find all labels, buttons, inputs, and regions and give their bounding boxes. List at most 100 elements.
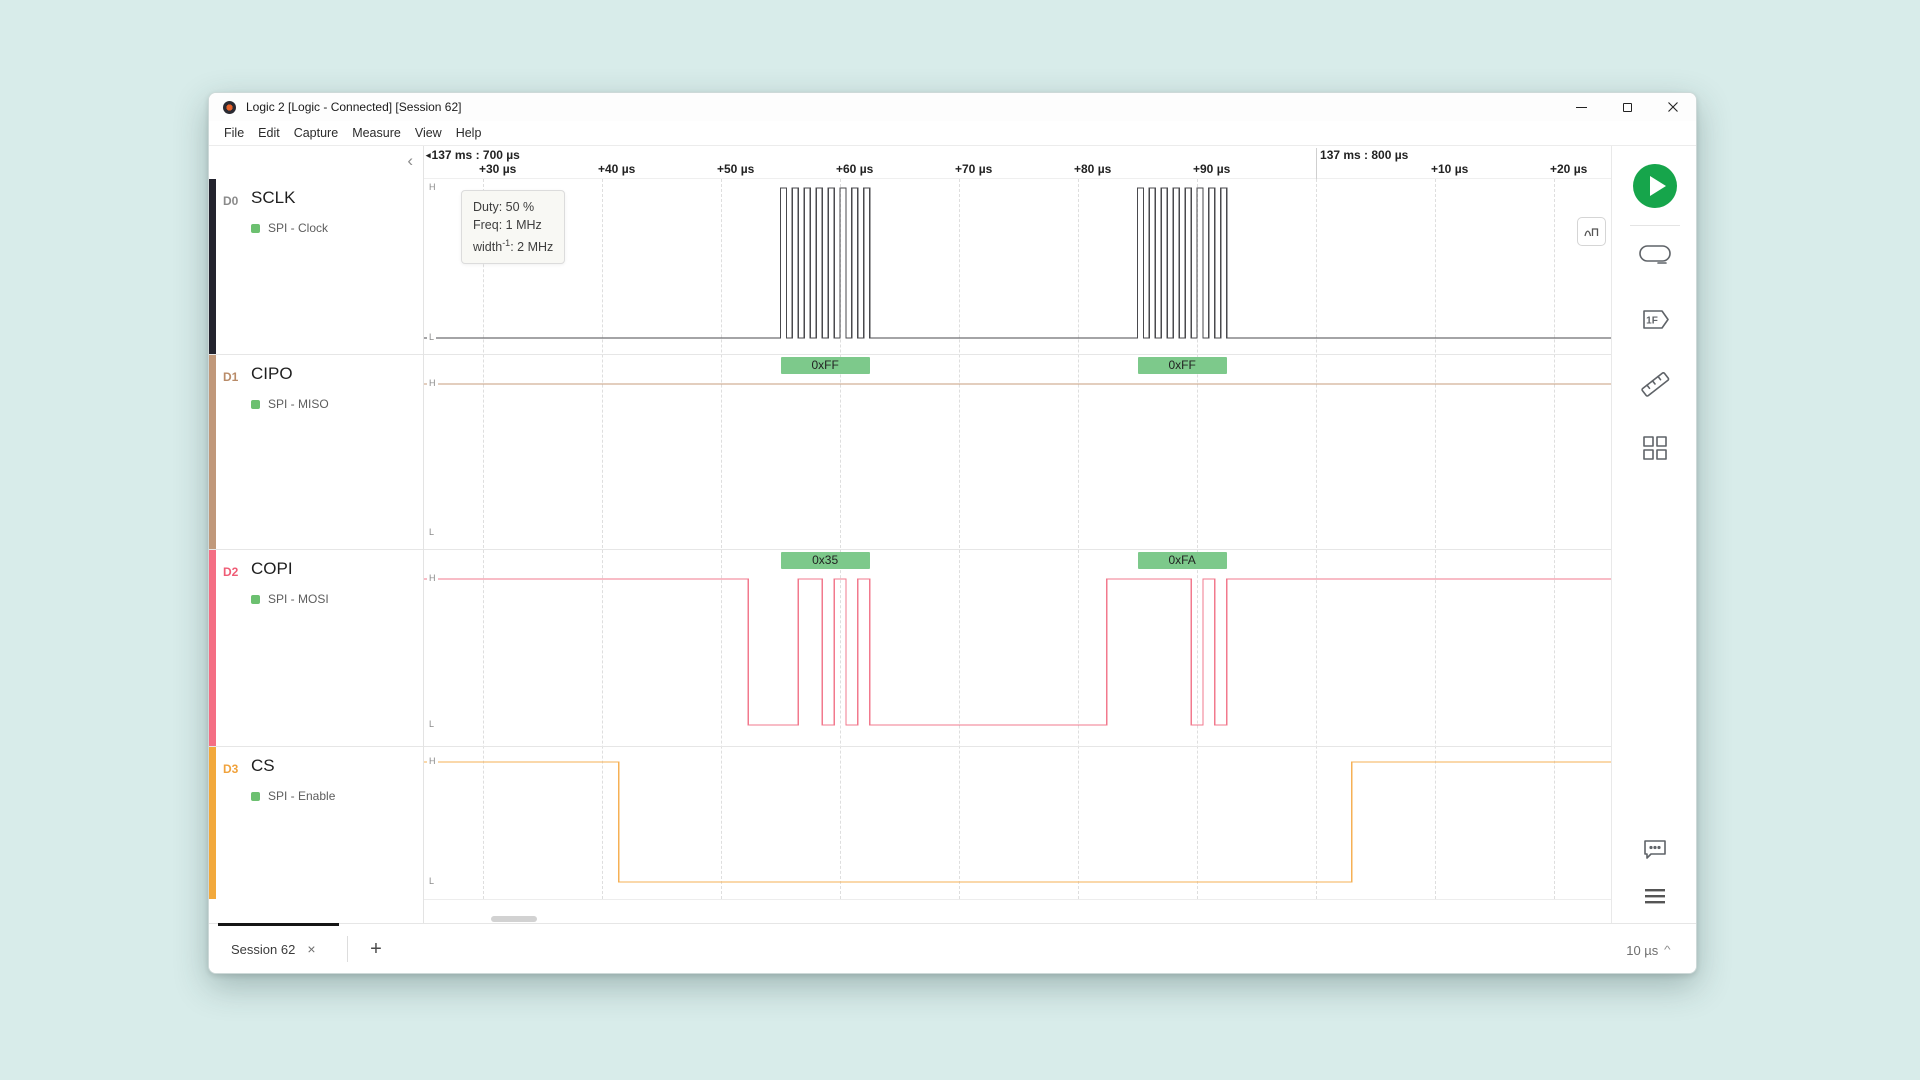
decoded-byte-annotation[interactable]: 0xFF <box>781 357 870 374</box>
menu-file[interactable]: File <box>217 126 251 140</box>
analyzer-name: SPI - MOSI <box>268 592 329 606</box>
level-marker-low: L <box>427 332 436 343</box>
waveform-row-d1[interactable]: HL0xFF0xFF <box>424 354 1611 549</box>
channel-color-strip <box>209 747 216 899</box>
start-capture-button[interactable] <box>1633 164 1677 208</box>
svg-text:1F: 1F <box>1646 316 1658 327</box>
minimize-icon <box>1576 107 1587 108</box>
channel-label-d1[interactable]: D1CIPOSPI - MISO <box>209 354 423 549</box>
channel-name: SCLK <box>251 188 295 208</box>
collapse-panel-chevron[interactable]: ‹ <box>407 151 413 171</box>
decoded-byte-annotation[interactable]: 0x35 <box>781 552 870 569</box>
new-tab-button[interactable]: + <box>359 927 393 971</box>
measurements-button[interactable] <box>1612 368 1697 400</box>
analyzer-row[interactable]: SPI - Clock <box>251 221 328 235</box>
decoded-byte-annotation[interactable]: 0xFA <box>1138 552 1227 569</box>
trace-cipo <box>424 355 1611 550</box>
analyzer-row[interactable]: SPI - Enable <box>251 789 335 803</box>
window-title: Logic 2 [Logic - Connected] [Session 62] <box>246 100 461 114</box>
menu-bar: FileEditCaptureMeasureViewHelp <box>209 121 1696 146</box>
timeline-ruler[interactable]: ◂137 ms : 700 µs 137 ms : 800 µs +30 µs +… <box>424 146 1611 179</box>
analyzer-dot-icon <box>251 792 260 801</box>
close-icon <box>1667 101 1679 113</box>
channel-name: COPI <box>251 559 293 579</box>
sidebar-divider <box>1630 225 1680 226</box>
main-menu-button[interactable] <box>1612 884 1697 908</box>
ruler-tick-label: +90 µs <box>1193 162 1230 176</box>
channel-id: D0 <box>223 194 238 208</box>
ruler-tick-label: +60 µs <box>836 162 873 176</box>
analyzer-row[interactable]: SPI - MISO <box>251 397 329 411</box>
close-button[interactable] <box>1650 93 1696 121</box>
channel-label-d0[interactable]: D0 SCLK SPI - Clock <box>209 179 423 354</box>
menu-capture[interactable]: Capture <box>287 126 345 140</box>
zoom-level-value: 10 µs <box>1626 943 1658 958</box>
device-settings-button[interactable] <box>1612 241 1697 269</box>
protocol-1f-icon: 1F <box>1636 306 1674 334</box>
feedback-button[interactable] <box>1612 836 1697 864</box>
analyzer-dot-icon <box>251 595 260 604</box>
channel-color-strip <box>209 550 216 746</box>
ruler-tick-label: +50 µs <box>717 162 754 176</box>
tab-session[interactable]: Session 62 × <box>218 927 339 971</box>
level-marker-high: H <box>427 756 438 767</box>
clock-measurement-tooltip: Duty: 50 % Freq: 1 MHz width-1: 2 MHz <box>461 190 565 264</box>
level-marker-high: H <box>427 182 438 193</box>
menu-edit[interactable]: Edit <box>251 126 287 140</box>
menu-measure[interactable]: Measure <box>345 126 408 140</box>
extensions-button[interactable] <box>1612 432 1697 462</box>
channel-name: CIPO <box>251 364 293 384</box>
ruler-tick-label: +10 µs <box>1431 162 1468 176</box>
tab-close-icon[interactable]: × <box>307 941 315 957</box>
trace-sclk <box>424 179 1611 354</box>
level-marker-high: H <box>427 378 438 389</box>
title-bar[interactable]: Logic 2 [Logic - Connected] [Session 62] <box>209 93 1696 121</box>
ruler-secondary-timestamp: 137 ms : 800 µs <box>1320 148 1408 162</box>
play-icon <box>1633 164 1677 208</box>
tooltip-width: width-1: 2 MHz <box>473 234 553 256</box>
chat-icon <box>1639 836 1671 864</box>
maximize-icon <box>1623 103 1632 112</box>
decoded-byte-annotation[interactable]: 0xFF <box>1138 357 1227 374</box>
app-logo-icon <box>223 101 236 114</box>
analyzer-dot-icon <box>251 224 260 233</box>
tab-bar: Session 62 × + 10 µs ^ <box>209 923 1697 974</box>
menu-help[interactable]: Help <box>449 126 489 140</box>
minimize-button[interactable] <box>1558 93 1604 121</box>
horizontal-scrollbar[interactable] <box>424 899 1611 923</box>
level-marker-low: L <box>427 719 436 730</box>
ruler-tick-label: +40 µs <box>598 162 635 176</box>
waveform-row-d2[interactable]: HL0x350xFA <box>424 549 1611 746</box>
ruler-tick-label: +80 µs <box>1074 162 1111 176</box>
analyzer-dot-icon <box>251 400 260 409</box>
channel-color-strip <box>209 355 216 549</box>
channel-label-d3[interactable]: D3 CS SPI - Enable <box>209 746 423 899</box>
ruler-icon <box>1636 368 1674 400</box>
channel-color-strip <box>209 179 216 354</box>
pulse-icon <box>1583 225 1601 239</box>
channel-id: D3 <box>223 762 238 776</box>
trace-copi <box>424 550 1611 747</box>
waveform-row-d3[interactable]: HL <box>424 746 1611 899</box>
analyzer-name: SPI - Enable <box>268 789 335 803</box>
edge-jump-button[interactable] <box>1577 217 1606 246</box>
tab-separator <box>347 936 348 962</box>
blocks-icon <box>1639 432 1671 462</box>
waveform-row-d0[interactable]: HL <box>424 179 1611 354</box>
analyzers-button[interactable]: 1F <box>1612 306 1697 334</box>
right-sidebar: 1F <box>1611 146 1697 923</box>
menu-view[interactable]: View <box>408 126 449 140</box>
ruler-primary-timestamp: ◂137 ms : 700 µs <box>426 148 520 162</box>
zoom-level-control[interactable]: 10 µs ^ <box>1626 924 1670 974</box>
analyzer-row[interactable]: SPI - MOSI <box>251 592 329 606</box>
chevron-up-icon: ^ <box>1664 945 1671 956</box>
channel-name: CS <box>251 756 275 776</box>
scrollbar-thumb[interactable] <box>491 916 537 922</box>
active-tab-indicator <box>218 923 339 926</box>
maximize-button[interactable] <box>1604 93 1650 121</box>
trace-cs <box>424 747 1611 900</box>
menu-icon <box>1640 884 1670 908</box>
channel-label-d2[interactable]: D2COPISPI - MOSI <box>209 549 423 746</box>
ruler-tick-label: +20 µs <box>1550 162 1587 176</box>
ruler-tick-label: +30 µs <box>479 162 516 176</box>
